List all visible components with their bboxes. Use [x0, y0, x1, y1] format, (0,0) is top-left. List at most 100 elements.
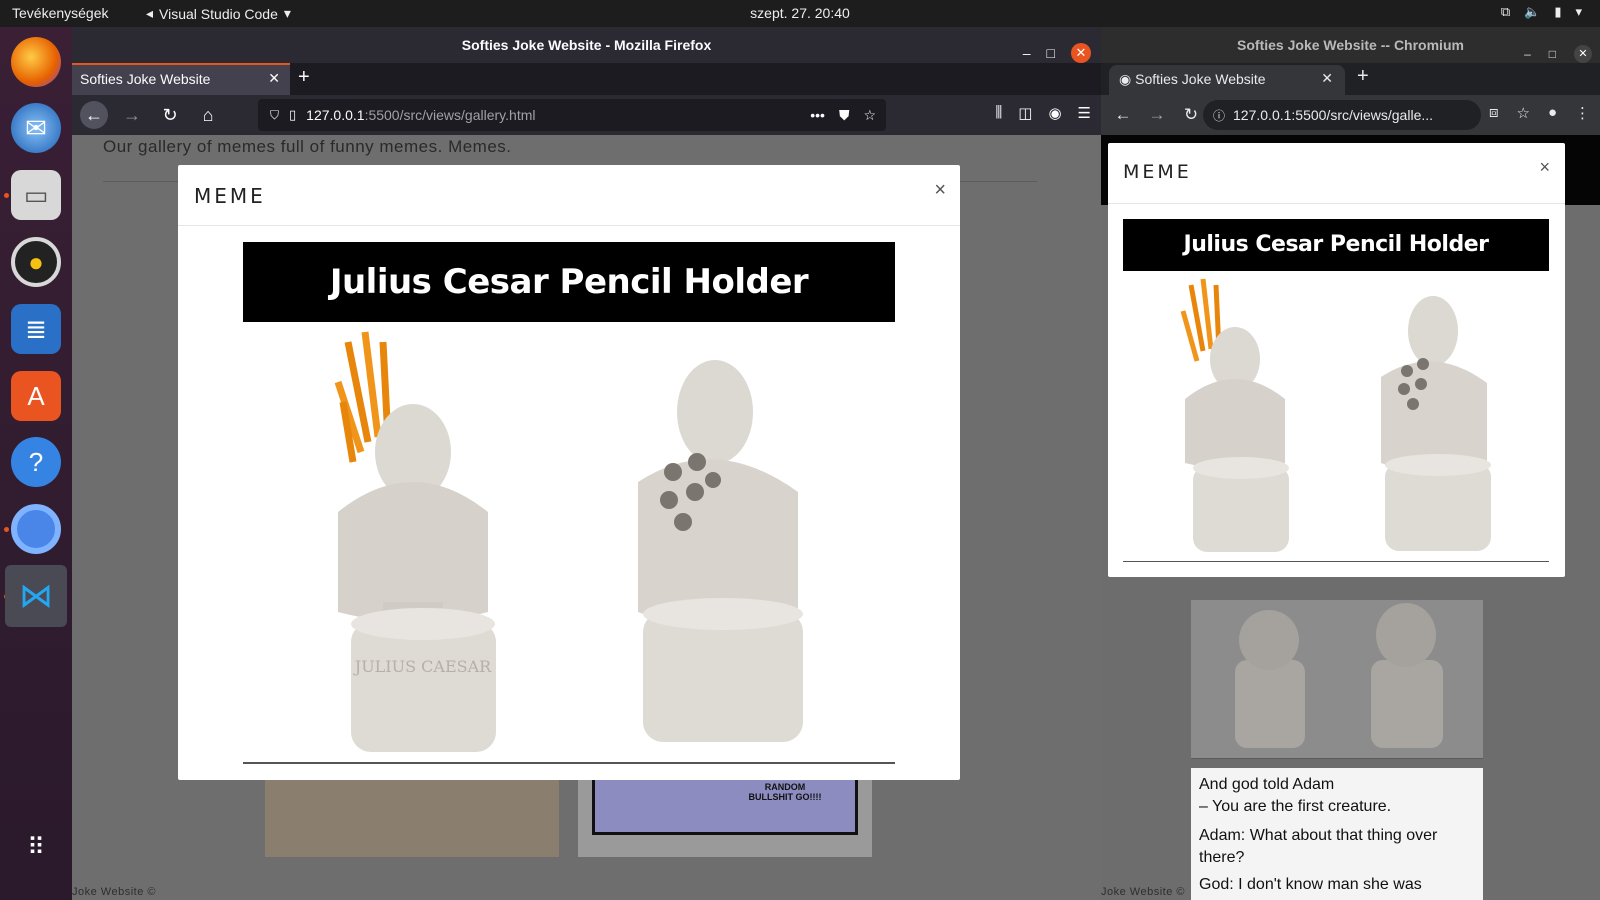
- joke-line: And god told Adam: [1199, 776, 1335, 793]
- rhythmbox-icon[interactable]: ●: [11, 237, 61, 287]
- url-bar[interactable]: ⛉ ▯ 127.0.0.1:5500/src/views/gallery.htm…: [258, 99, 886, 131]
- chromium-icon[interactable]: [11, 504, 61, 554]
- clock[interactable]: szept. 27. 20:40: [0, 5, 1600, 21]
- volume-icon: 🔈: [1524, 4, 1541, 19]
- reload-button[interactable]: ↻: [156, 101, 184, 129]
- joke-line: God: I don't know man she was: [1199, 876, 1422, 894]
- meme-image[interactable]: JULIUS CAESAR: [243, 322, 895, 762]
- modal-header-divider: [178, 225, 960, 226]
- joke-line: Adam: What about that thing over there?: [1199, 827, 1438, 866]
- pocket-icon[interactable]: ⛊: [839, 107, 850, 124]
- meme-modal: MEME × Julius Cesar Pencil Holder: [178, 165, 960, 780]
- close-window-button[interactable]: ✕: [1574, 45, 1592, 63]
- joke-card[interactable]: And god told Adam – You are the first cr…: [1191, 768, 1483, 900]
- close-icon[interactable]: ×: [1539, 157, 1550, 178]
- gallery-description: Our gallery of memes full of funny memes…: [103, 137, 512, 156]
- pencil-holder-illustration: [1180, 278, 1491, 552]
- close-tab-icon[interactable]: ✕: [268, 70, 280, 87]
- tab-bar: ◉ Softies Joke Website ✕ +: [1101, 63, 1600, 95]
- running-indicator: [4, 193, 9, 198]
- tab-bar: Softies Joke Website ✕ +: [72, 63, 1101, 95]
- modal-title: MEME: [194, 184, 266, 208]
- page-content: Our gallery of memes full of funny memes…: [72, 135, 1101, 900]
- forward-button[interactable]: →: [1143, 101, 1171, 129]
- thunderbird-icon[interactable]: ✉: [11, 103, 61, 153]
- close-window-button[interactable]: ✕: [1071, 43, 1091, 63]
- pencil-holder-thumbnail: [1235, 603, 1443, 748]
- bookmark-star-icon[interactable]: ☆: [863, 107, 876, 124]
- joke-line: – You are the first creature.: [1199, 797, 1392, 815]
- window-title: Softies Joke Website - Mozilla Firefox: [461, 37, 712, 53]
- reload-button[interactable]: ↻: [1177, 101, 1205, 129]
- menu-icon[interactable]: ☰: [1078, 104, 1091, 122]
- meme-caption: Julius Cesar Pencil Holder: [243, 242, 895, 322]
- back-button[interactable]: ←: [1109, 101, 1137, 129]
- url-text: 127.0.0.1:5500/src/views/galle...: [1233, 107, 1434, 123]
- tab-label: Softies Joke Website: [80, 71, 211, 87]
- comic-text: RANDOM BULLSHIT GO!!!!: [748, 782, 822, 802]
- firefox-icon[interactable]: [11, 37, 61, 87]
- bookmark-star-icon[interactable]: ☆: [1516, 104, 1529, 122]
- chromium-window: Softies Joke Website -- Chromium – □ ✕ ◉…: [1101, 27, 1600, 900]
- firefox-titlebar[interactable]: Softies Joke Website - Mozilla Firefox –…: [72, 27, 1101, 63]
- modal-header-divider: [1108, 203, 1565, 204]
- footer: Joke Website ©: [1101, 886, 1185, 898]
- gallery-thumbnail[interactable]: [1191, 600, 1483, 758]
- account-icon[interactable]: ◉: [1048, 104, 1061, 122]
- tab-softies[interactable]: Softies Joke Website ✕: [72, 63, 290, 95]
- library-icon[interactable]: ⫼: [995, 104, 1002, 122]
- writer-icon[interactable]: ≣: [11, 304, 61, 354]
- chevron-down-icon: ▾: [1575, 4, 1582, 19]
- bust-engraving: JULIUS CAESAR: [353, 657, 492, 676]
- globe-icon: ◉: [1119, 71, 1132, 87]
- divider: [1191, 758, 1483, 759]
- shield-icon: ⛉: [270, 107, 280, 122]
- system-tray[interactable]: ⧉ 🔈 ▮ ▾: [1501, 4, 1582, 20]
- battery-icon: ▮: [1554, 4, 1562, 19]
- new-tab-button[interactable]: +: [1357, 65, 1369, 88]
- close-tab-icon[interactable]: ✕: [1321, 70, 1333, 87]
- dock: ✉ ▭ ● ≣ A ? ⋈ ⠿: [0, 27, 72, 900]
- sidebar-icon[interactable]: ◫: [1018, 104, 1032, 122]
- chromium-titlebar[interactable]: Softies Joke Website -- Chromium – □ ✕: [1101, 27, 1600, 63]
- tab-label: Softies Joke Website: [1135, 71, 1266, 87]
- firefox-window: Softies Joke Website - Mozilla Firefox –…: [72, 27, 1101, 900]
- page-icon: ▯: [289, 107, 297, 122]
- url-bar[interactable]: ⓘ 127.0.0.1:5500/src/views/galle...: [1203, 100, 1481, 130]
- new-tab-button[interactable]: +: [298, 66, 310, 89]
- files-icon[interactable]: ▭: [11, 170, 61, 220]
- nav-bar: ← → ↻ ⌂ ⛉ ▯ 127.0.0.1:5500/src/views/gal…: [72, 95, 1101, 135]
- tab-softies[interactable]: ◉ Softies Joke Website ✕: [1109, 65, 1345, 95]
- back-button[interactable]: ←: [80, 101, 108, 129]
- url-host: 127.0.0.1: [306, 107, 365, 123]
- translate-icon[interactable]: ⧈: [1489, 104, 1499, 122]
- vscode-icon[interactable]: ⋈: [5, 565, 67, 627]
- page-content: And god told Adam – You are the first cr…: [1101, 135, 1600, 900]
- software-icon[interactable]: A: [11, 371, 61, 421]
- footer: Joke Website ©: [72, 886, 156, 898]
- app-grid-icon[interactable]: ⠿: [11, 822, 61, 872]
- window-title: Softies Joke Website -- Chromium: [1237, 37, 1464, 53]
- profile-icon[interactable]: ●: [1548, 104, 1557, 122]
- network-icon: ⧉: [1500, 4, 1511, 19]
- forward-button[interactable]: →: [118, 101, 146, 129]
- top-bar: Tevékenységek ◂ Visual Studio Code ▾ sze…: [0, 0, 1600, 27]
- meme-caption: Julius Cesar Pencil Holder: [1123, 219, 1549, 271]
- modal-title: MEME: [1123, 161, 1192, 183]
- help-icon[interactable]: ?: [11, 437, 61, 487]
- meme-bottom-rule: [1123, 561, 1549, 562]
- pencil-holder-illustration: JULIUS CAESAR: [334, 331, 803, 752]
- meme-bottom-rule: [243, 762, 895, 764]
- close-icon[interactable]: ×: [934, 179, 946, 202]
- nav-bar: ← → ↻ ⓘ 127.0.0.1:5500/src/views/galle..…: [1101, 95, 1600, 135]
- more-actions-icon[interactable]: •••: [810, 107, 825, 124]
- info-icon: ⓘ: [1213, 108, 1226, 123]
- meme-modal: MEME × Julius Cesar Pencil Holder: [1108, 143, 1565, 577]
- kebab-menu-icon[interactable]: ⋮: [1575, 104, 1590, 122]
- gallery-thumbnail[interactable]: RANDOM BULLSHIT GO!!!!: [578, 771, 872, 857]
- meme-image[interactable]: [1123, 271, 1549, 561]
- running-indicator: [4, 527, 9, 532]
- home-button[interactable]: ⌂: [194, 101, 222, 129]
- gallery-thumbnail[interactable]: [265, 771, 559, 857]
- url-path: :5500/src/views/gallery.html: [364, 107, 536, 123]
